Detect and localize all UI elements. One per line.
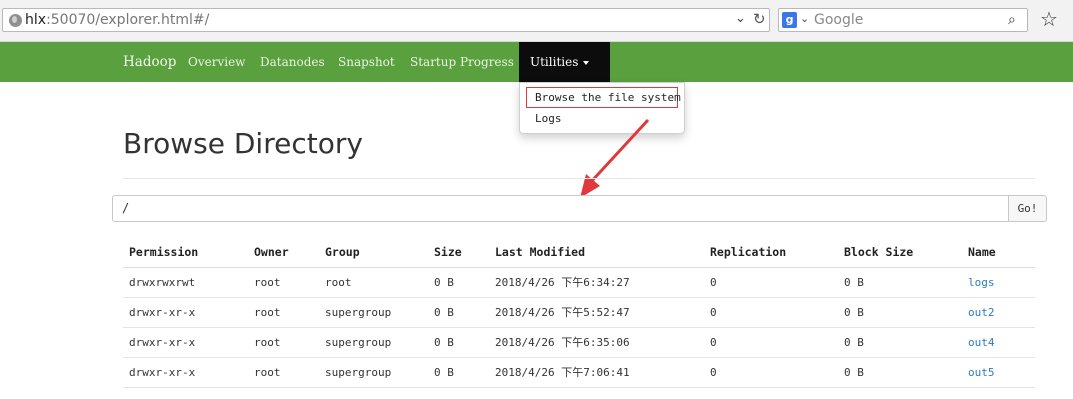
nav-item-utilities[interactable]: Utilities (519, 42, 610, 82)
column-header-name[interactable]: Name (962, 238, 1035, 268)
cell-block-size: 0 B (838, 297, 962, 328)
url-path: :50070/explorer.html#/ (46, 12, 210, 28)
cell-replication: 0 (704, 267, 838, 298)
cell-replication: 0 (704, 357, 838, 388)
table-row: drwxr-xr-x root supergroup 0 B 2018/4/26… (123, 297, 1035, 328)
cell-permission: drwxr-xr-x (123, 357, 248, 388)
nav-item-utilities-label: Utilities (530, 55, 579, 69)
column-header-last-modified[interactable]: Last Modified (489, 238, 704, 268)
column-header-size[interactable]: Size (428, 238, 489, 268)
google-icon[interactable]: g (782, 12, 797, 28)
column-header-block-size[interactable]: Block Size (838, 238, 962, 268)
cell-permission: drwxr-xr-x (123, 297, 248, 328)
nav-brand[interactable]: Hadoop (123, 42, 176, 82)
column-header-owner[interactable]: Owner (248, 238, 319, 268)
cell-owner: root (248, 297, 319, 328)
column-header-permission[interactable]: Permission (123, 238, 248, 268)
cell-size: 0 B (428, 327, 489, 358)
column-header-group[interactable]: Group (319, 238, 428, 268)
cell-name-link[interactable]: out5 (962, 357, 1035, 388)
cell-name-link[interactable]: out2 (962, 297, 1035, 328)
cell-name-link[interactable]: out4 (962, 327, 1035, 358)
caret-down-icon (583, 60, 590, 65)
navbar: Hadoop Overview Datanodes Snapshot Start… (0, 42, 1073, 82)
cell-group: supergroup (319, 357, 428, 388)
cell-group: root (319, 267, 428, 298)
cell-last-modified: 2018/4/26 下午6:34:27 (489, 267, 704, 298)
cell-name-link[interactable]: logs (962, 267, 1035, 298)
history-dropdown-icon[interactable]: ⌄ (735, 11, 746, 26)
url-host: hlx (25, 12, 47, 28)
title-divider (123, 178, 1035, 179)
annotation-arrow (580, 118, 650, 198)
cell-replication: 0 (704, 327, 838, 358)
nav-item-startup-progress[interactable]: Startup Progress (410, 42, 514, 82)
cell-owner: root (248, 357, 319, 388)
url-text[interactable]: hlx:50070/explorer.html#/ (25, 12, 209, 28)
cell-block-size: 0 B (838, 327, 962, 358)
table-row: drwxr-xr-x root supergroup 0 B 2018/4/26… (123, 327, 1035, 358)
cell-block-size: 0 B (838, 357, 962, 388)
cell-owner: root (248, 327, 319, 358)
cell-size: 0 B (428, 267, 489, 298)
reload-icon[interactable]: ↻ (753, 10, 766, 28)
cell-permission: drwxr-xr-x (123, 327, 248, 358)
globe-icon (9, 14, 22, 27)
table-row: drwxrwxrwt root root 0 B 2018/4/26 下午6:3… (123, 267, 1035, 298)
cell-size: 0 B (428, 357, 489, 388)
cell-permission: drwxrwxrwt (123, 267, 248, 298)
address-bar[interactable]: hlx:50070/explorer.html#/ ⌄ ↻ (2, 8, 770, 32)
cell-group: supergroup (319, 297, 428, 328)
cell-last-modified: 2018/4/26 下午6:35:06 (489, 327, 704, 358)
cell-block-size: 0 B (838, 267, 962, 298)
cell-replication: 0 (704, 297, 838, 328)
cell-last-modified: 2018/4/26 下午7:06:41 (489, 357, 704, 388)
search-box[interactable]: g ⌄ Google ⌕ (778, 8, 1028, 32)
go-button[interactable]: Go! (1008, 195, 1047, 222)
cell-size: 0 B (428, 297, 489, 328)
directory-path-input[interactable]: / (112, 195, 1009, 222)
nav-item-datanodes[interactable]: Datanodes (260, 42, 325, 82)
page-title: Browse Directory (123, 127, 363, 160)
bookmark-star-icon[interactable]: ☆ (1040, 8, 1058, 30)
cell-last-modified: 2018/4/26 下午5:52:47 (489, 297, 704, 328)
search-engine-dropdown-icon[interactable]: ⌄ (800, 12, 809, 25)
table-row: drwxr-xr-x root supergroup 0 B 2018/4/26… (123, 357, 1035, 388)
binoculars-icon[interactable]: ⌕ (1008, 12, 1016, 28)
table-header-row: Permission Owner Group Size Last Modifie… (123, 238, 1035, 268)
nav-item-snapshot[interactable]: Snapshot (338, 42, 395, 82)
cell-group: supergroup (319, 327, 428, 358)
browser-toolbar: hlx:50070/explorer.html#/ ⌄ ↻ g ⌄ Google… (0, 0, 1073, 42)
directory-table: Permission Owner Group Size Last Modifie… (123, 238, 1035, 388)
cell-owner: root (248, 267, 319, 298)
nav-item-overview[interactable]: Overview (188, 42, 245, 82)
menu-item-browse-file-system[interactable]: Browse the file system (535, 91, 681, 104)
menu-item-logs[interactable]: Logs (535, 112, 562, 125)
search-input[interactable]: Google (814, 12, 863, 28)
column-header-replication[interactable]: Replication (704, 238, 838, 268)
